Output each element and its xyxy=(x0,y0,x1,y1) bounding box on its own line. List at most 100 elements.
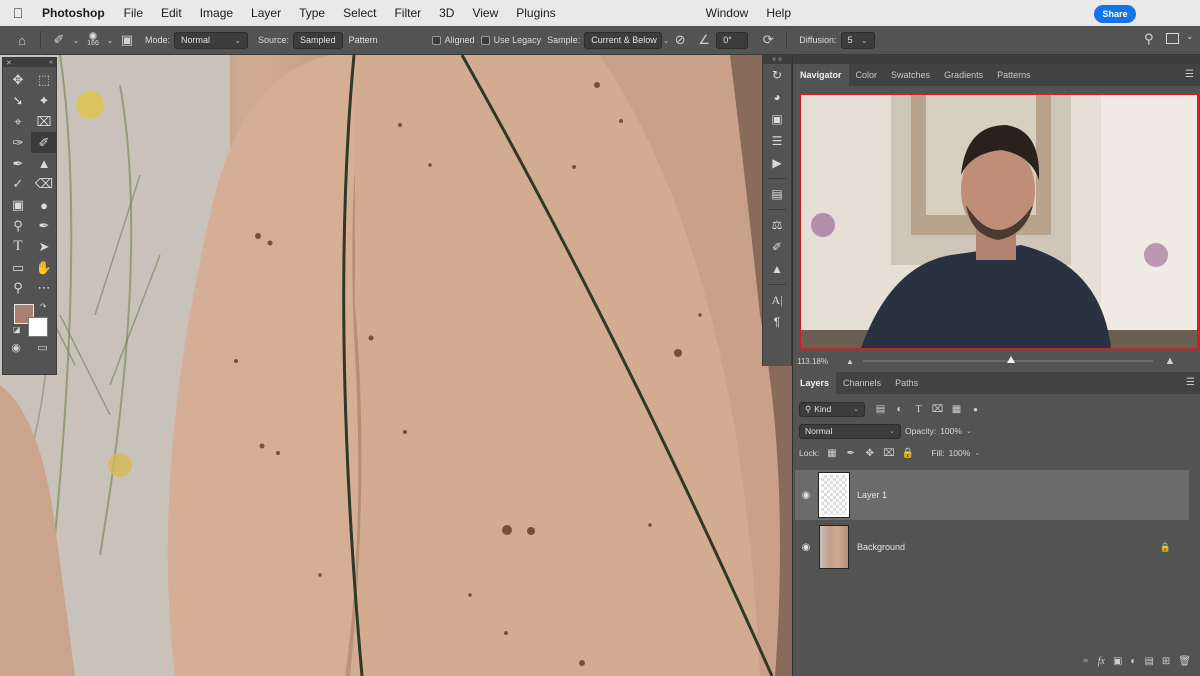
history-brush-tool-icon[interactable]: ✓ xyxy=(5,174,31,195)
tab-patterns[interactable]: Patterns xyxy=(990,64,1038,86)
quick-mask-icon[interactable]: ◉ xyxy=(11,341,21,354)
use-legacy-checkbox[interactable] xyxy=(480,35,490,45)
chevron-down-icon[interactable]: ⌄ xyxy=(1186,31,1194,42)
screen-mode-icon[interactable]: ▭ xyxy=(37,341,47,354)
filter-toggle-icon[interactable]: ● xyxy=(966,405,985,414)
path-selection-tool-icon[interactable]: ➤ xyxy=(31,236,57,257)
angle-input[interactable]: 0° xyxy=(716,31,749,49)
zoom-slider-thumb[interactable] xyxy=(1006,356,1015,363)
gradient-tool-icon[interactable]: ▣ xyxy=(5,195,31,216)
tab-swatches[interactable]: Swatches xyxy=(884,64,937,86)
menu-app[interactable]: Photoshop xyxy=(36,6,115,20)
brush-preset-picker[interactable]: 166 xyxy=(81,28,105,52)
stamp-tool-icon[interactable]: ▲ xyxy=(31,153,57,174)
visibility-eye-icon[interactable]: ◉ xyxy=(795,490,817,501)
menu-3d[interactable]: 3D xyxy=(430,6,463,20)
quick-selection-tool-icon[interactable]: ✦ xyxy=(31,91,57,112)
tab-gradients[interactable]: Gradients xyxy=(937,64,990,86)
frame-tool-icon[interactable]: ⌧ xyxy=(31,112,57,133)
zoom-slider[interactable] xyxy=(863,356,1153,363)
history-icon[interactable]: ↻ xyxy=(763,64,791,86)
tab-layers[interactable]: Layers xyxy=(793,372,837,394)
background-color-swatch[interactable] xyxy=(28,316,48,337)
zoom-tool-icon[interactable]: ⚲ xyxy=(5,278,31,299)
filter-smart-object-icon[interactable]: ▦ xyxy=(947,404,966,415)
menu-layer[interactable]: Layer xyxy=(242,6,290,20)
lock-icon[interactable]: 🔒 xyxy=(1160,542,1171,553)
adjustments-icon[interactable]: ⚖ xyxy=(763,214,791,236)
histogram-icon[interactable]: ▤ xyxy=(763,183,791,205)
lock-image-icon[interactable]: ✒ xyxy=(841,448,860,459)
lock-position-icon[interactable]: ✥ xyxy=(860,448,879,459)
lasso-tool-icon[interactable]: ➘ xyxy=(5,91,31,112)
swap-colors-icon[interactable]: ↷ xyxy=(40,302,47,311)
chevron-down-icon[interactable]: ⌄ xyxy=(105,30,115,50)
menu-type[interactable]: Type xyxy=(290,6,334,20)
layer-row-background[interactable]: ◉ Background 🔒 xyxy=(795,522,1189,572)
filter-shape-icon[interactable]: ⌧ xyxy=(928,404,947,415)
brushes-icon[interactable]: ✐ xyxy=(763,236,791,258)
blend-mode-select[interactable]: Normal ⌄ xyxy=(799,423,901,439)
menu-window[interactable]: Window xyxy=(697,6,758,20)
source-pattern-button[interactable]: Pattern xyxy=(343,32,384,49)
workspace-icon[interactable] xyxy=(1166,33,1179,44)
menu-view[interactable]: View xyxy=(463,6,507,20)
ignore-adjustment-layers-icon[interactable]: ⊘ xyxy=(668,30,692,50)
clone-source-icon[interactable]: ▲ xyxy=(763,258,791,280)
dodge-tool-icon[interactable]: ⚲ xyxy=(5,216,31,237)
actions-play-icon[interactable]: ▶ xyxy=(763,152,791,174)
fx-icon[interactable]: fx xyxy=(1098,656,1105,667)
color-wheel-icon[interactable]: ◕ xyxy=(763,86,791,108)
panel-menu-icon[interactable]: ☰ xyxy=(1185,64,1194,86)
default-colors-icon[interactable]: ◪ xyxy=(13,325,21,334)
layer-row-layer-1[interactable]: ◉ Layer 1 xyxy=(795,470,1189,520)
home-icon[interactable]: ⌂ xyxy=(10,30,34,50)
menu-image[interactable]: Image xyxy=(191,6,242,20)
chevron-down-icon[interactable]: ⌄ xyxy=(974,449,980,457)
menu-edit[interactable]: Edit xyxy=(152,6,191,20)
crop-tool-icon[interactable]: ⌖ xyxy=(5,112,31,133)
filter-type-icon[interactable]: T xyxy=(909,404,928,415)
visibility-eye-icon[interactable]: ◉ xyxy=(795,542,817,553)
brush-settings-icon[interactable]: ▣ xyxy=(115,30,139,50)
new-group-icon[interactable]: ▤ xyxy=(1144,656,1153,667)
layer-kind-select[interactable]: ⚲ Kind ⌄ xyxy=(799,401,865,417)
opacity-value[interactable]: 100% xyxy=(940,426,962,436)
type-tool-icon[interactable]: T xyxy=(5,236,31,257)
menu-filter[interactable]: Filter xyxy=(385,6,430,20)
zoom-value[interactable]: 113.18% xyxy=(793,357,841,366)
link-layers-icon[interactable]: ⚭ xyxy=(1081,656,1089,667)
document-canvas[interactable] xyxy=(0,55,792,676)
mode-select[interactable]: Normal ⌄ xyxy=(174,31,249,49)
close-icon[interactable]: ✕ xyxy=(6,59,12,67)
filter-adjustment-icon[interactable]: ◐ xyxy=(890,404,909,415)
hand-tool-icon[interactable]: ✋ xyxy=(31,257,57,278)
menu-select[interactable]: Select xyxy=(334,6,385,20)
comments-icon[interactable]: ▣ xyxy=(763,108,791,130)
sample-select[interactable]: Current & Below ⌄ xyxy=(584,31,669,49)
marquee-tool-icon[interactable]: ⬚ xyxy=(31,70,57,91)
share-button[interactable]: Share xyxy=(1094,5,1136,23)
pressure-size-icon[interactable]: ⟳ xyxy=(756,30,780,50)
character-icon[interactable]: A| xyxy=(763,289,791,311)
aligned-checkbox[interactable] xyxy=(431,35,441,45)
lock-transparent-icon[interactable]: ▦ xyxy=(822,448,841,459)
filter-pixel-icon[interactable]: ▤ xyxy=(871,404,890,415)
menu-file[interactable]: File xyxy=(115,6,152,20)
adjustment-layer-icon[interactable]: ◐ xyxy=(1130,656,1136,667)
panel-menu-icon[interactable]: ☰ xyxy=(1186,372,1195,394)
add-mask-icon[interactable]: ▣ xyxy=(1113,656,1122,667)
more-tools-icon[interactable]: ⋯ xyxy=(31,278,57,299)
eraser-tool-icon[interactable]: ⌫ xyxy=(31,174,57,195)
zoom-out-icon[interactable]: ▲ xyxy=(841,357,859,366)
fill-value[interactable]: 100% xyxy=(949,448,971,458)
trash-icon[interactable]: 🗑 xyxy=(1178,656,1191,667)
apple-icon[interactable]:  xyxy=(0,5,36,21)
navigator-preview[interactable] xyxy=(799,93,1199,350)
chevron-down-icon[interactable]: ⌄ xyxy=(71,30,81,50)
collapse-icon[interactable]: « » xyxy=(763,55,791,64)
tab-color[interactable]: Color xyxy=(849,64,885,86)
new-layer-icon[interactable]: ⊞ xyxy=(1162,656,1170,667)
collapse-icon[interactable]: « xyxy=(49,59,53,66)
paragraph-icon[interactable]: ¶ xyxy=(763,311,791,333)
